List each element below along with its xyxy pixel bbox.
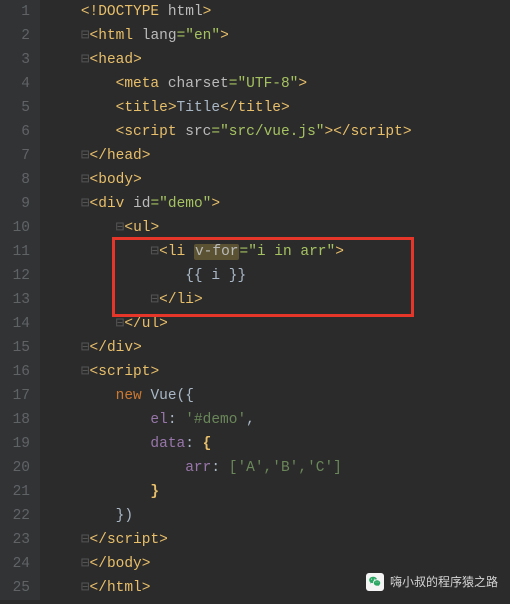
code-line[interactable]: ⊟<li v-for="i in arr">	[46, 240, 510, 264]
code-line[interactable]: ⊟<script>	[46, 360, 510, 384]
code-line[interactable]: el: '#demo',	[46, 408, 510, 432]
code-line[interactable]: ⊟<ul>	[46, 216, 510, 240]
code-editor: 1 2 3 4 5 6 7 8 9 10 11 12 13 14 15 16 1…	[0, 0, 510, 600]
code-line[interactable]: ⊟</head>	[46, 144, 510, 168]
code-line[interactable]: ⊟</ul>	[46, 312, 510, 336]
code-line[interactable]: new Vue({	[46, 384, 510, 408]
line-number: 15	[0, 336, 30, 360]
line-number: 6	[0, 120, 30, 144]
line-number: 16	[0, 360, 30, 384]
line-number: 9	[0, 192, 30, 216]
line-number: 14	[0, 312, 30, 336]
code-line[interactable]: ⊟</div>	[46, 336, 510, 360]
line-number: 4	[0, 72, 30, 96]
code-area[interactable]: <!DOCTYPE html> ⊟<html lang="en"> ⊟<head…	[40, 0, 510, 600]
line-number: 21	[0, 480, 30, 504]
line-number: 24	[0, 552, 30, 576]
code-line[interactable]: arr: ['A','B','C']	[46, 456, 510, 480]
code-line[interactable]: ⊟</li>	[46, 288, 510, 312]
line-number: 7	[0, 144, 30, 168]
line-number-gutter: 1 2 3 4 5 6 7 8 9 10 11 12 13 14 15 16 1…	[0, 0, 40, 600]
line-number: 2	[0, 24, 30, 48]
line-number: 22	[0, 504, 30, 528]
line-number: 19	[0, 432, 30, 456]
watermark: 嗨小叔的程序猿之路	[366, 570, 498, 594]
line-number: 5	[0, 96, 30, 120]
line-number: 3	[0, 48, 30, 72]
line-number: 18	[0, 408, 30, 432]
line-number: 25	[0, 576, 30, 600]
line-number: 23	[0, 528, 30, 552]
code-line[interactable]: <script src="src/vue.js"></script>	[46, 120, 510, 144]
code-line[interactable]: })	[46, 504, 510, 528]
code-line[interactable]: <meta charset="UTF-8">	[46, 72, 510, 96]
code-line[interactable]: <title>Title</title>	[46, 96, 510, 120]
line-number: 12	[0, 264, 30, 288]
code-line[interactable]: ⊟<html lang="en">	[46, 24, 510, 48]
watermark-text: 嗨小叔的程序猿之路	[390, 570, 498, 594]
line-number: 1	[0, 0, 30, 24]
code-line[interactable]: ⊟</script>	[46, 528, 510, 552]
code-line[interactable]: ⊟<head>	[46, 48, 510, 72]
code-line[interactable]: <!DOCTYPE html>	[46, 0, 510, 24]
code-line[interactable]: {{ i }}	[46, 264, 510, 288]
line-number: 17	[0, 384, 30, 408]
code-line[interactable]: data: {	[46, 432, 510, 456]
line-number: 11	[0, 240, 30, 264]
code-line[interactable]: ⊟<body>	[46, 168, 510, 192]
code-line[interactable]: }	[46, 480, 510, 504]
line-number: 8	[0, 168, 30, 192]
line-number: 10	[0, 216, 30, 240]
line-number: 20	[0, 456, 30, 480]
code-line[interactable]: ⊟<div id="demo">	[46, 192, 510, 216]
line-number: 13	[0, 288, 30, 312]
wechat-icon	[366, 573, 384, 591]
